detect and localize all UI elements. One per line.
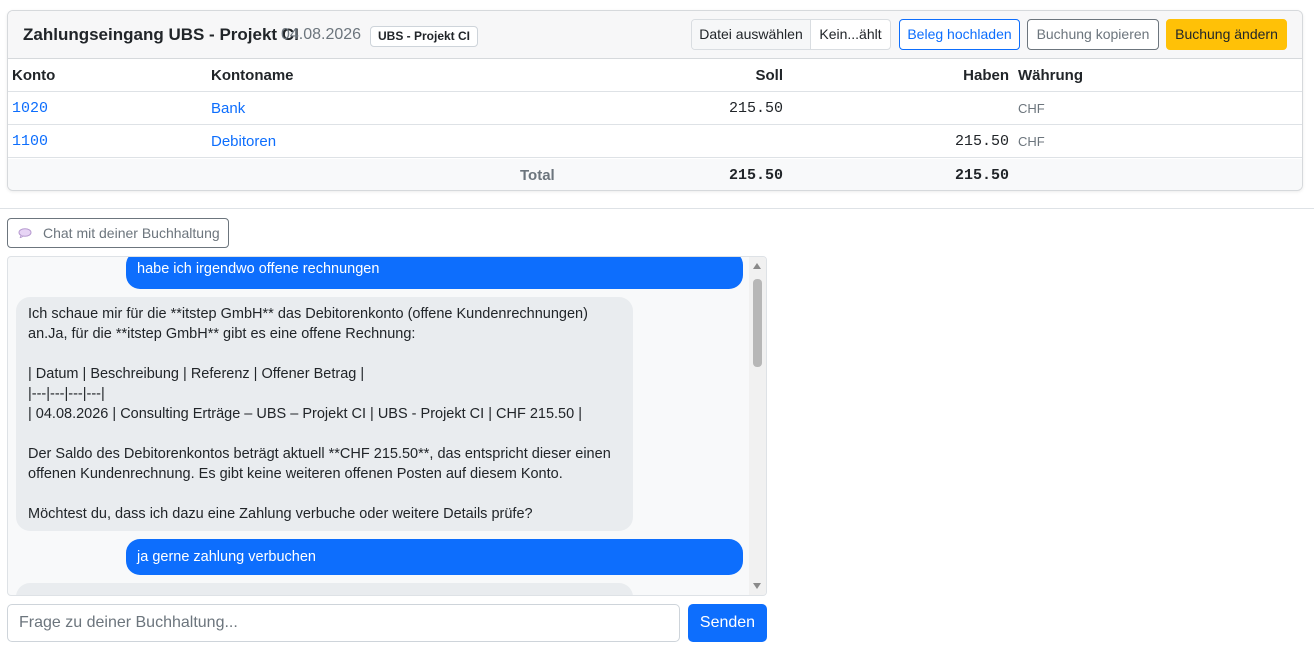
total-row: Total 215.50 215.50	[8, 159, 1302, 190]
user-message: ja gerne zahlung verbuchen	[126, 539, 743, 575]
assistant-message: Ich schaue mir für die **itstep GmbH** d…	[16, 297, 633, 531]
account-number-link[interactable]: 1020	[12, 93, 48, 124]
upload-receipt-button[interactable]: Beleg hochladen	[899, 19, 1020, 50]
scroll-down-arrow-icon[interactable]	[753, 583, 761, 589]
section-divider	[0, 208, 1314, 209]
col-konto: Konto	[12, 67, 56, 84]
file-name-label: Kein...ählt	[819, 26, 882, 42]
card-header: Zahlungseingang UBS - Projekt CI 04.08.2…	[8, 11, 1302, 59]
user-message: habe ich irgendwo offene rechnungen	[126, 257, 743, 289]
file-input[interactable]: Datei auswählen Kein...ählt	[691, 19, 891, 50]
table-row: 1100 Debitoren 215.50 CHF	[8, 126, 1302, 158]
choose-file-button[interactable]: Datei auswählen	[692, 20, 811, 49]
scrollbar-thumb[interactable]	[753, 279, 762, 367]
currency: CHF	[1018, 134, 1045, 149]
debit-amount: 215.50	[728, 100, 783, 117]
chat-question-input[interactable]	[7, 604, 680, 642]
assistant-message-partial	[16, 583, 633, 595]
col-haben: Haben	[963, 67, 1009, 84]
chat-bubble-icon	[18, 228, 32, 238]
account-name-link[interactable]: Bank	[211, 93, 245, 124]
total-debit: 215.50	[728, 167, 783, 184]
chat-messages[interactable]: habe ich irgendwo offene rechnungen Ich …	[7, 256, 767, 596]
send-button[interactable]: Senden	[688, 604, 767, 642]
reference-badge: UBS - Projekt CI	[370, 26, 478, 47]
copy-booking-button[interactable]: Buchung kopieren	[1027, 19, 1159, 50]
table-header: Konto Kontoname Soll Haben Währung	[8, 60, 1302, 92]
table-row: 1020 Bank 215.50 CHF	[8, 93, 1302, 125]
col-kontoname: Kontoname	[211, 67, 294, 84]
booking-date: 04.08.2026	[281, 26, 362, 43]
chat-toggle-label: Chat mit deiner Buchhaltung	[43, 225, 220, 241]
edit-booking-button[interactable]: Buchung ändern	[1166, 19, 1287, 50]
total-credit: 215.50	[954, 167, 1009, 184]
account-name-link[interactable]: Debitoren	[211, 126, 276, 157]
col-waehrung: Währung	[1018, 67, 1083, 84]
credit-amount: 215.50	[954, 133, 1009, 150]
chat-toggle-button[interactable]: Chat mit deiner Buchhaltung	[7, 218, 229, 248]
account-number-link[interactable]: 1100	[12, 126, 48, 157]
currency: CHF	[1018, 101, 1045, 116]
col-soll: Soll	[755, 67, 783, 84]
booking-title: Zahlungseingang UBS - Projekt CI	[23, 25, 299, 44]
chat-scrollbar[interactable]	[749, 257, 766, 595]
total-label: Total	[520, 167, 555, 184]
scroll-up-arrow-icon[interactable]	[753, 263, 761, 269]
booking-card: Zahlungseingang UBS - Projekt CI 04.08.2…	[7, 10, 1303, 191]
